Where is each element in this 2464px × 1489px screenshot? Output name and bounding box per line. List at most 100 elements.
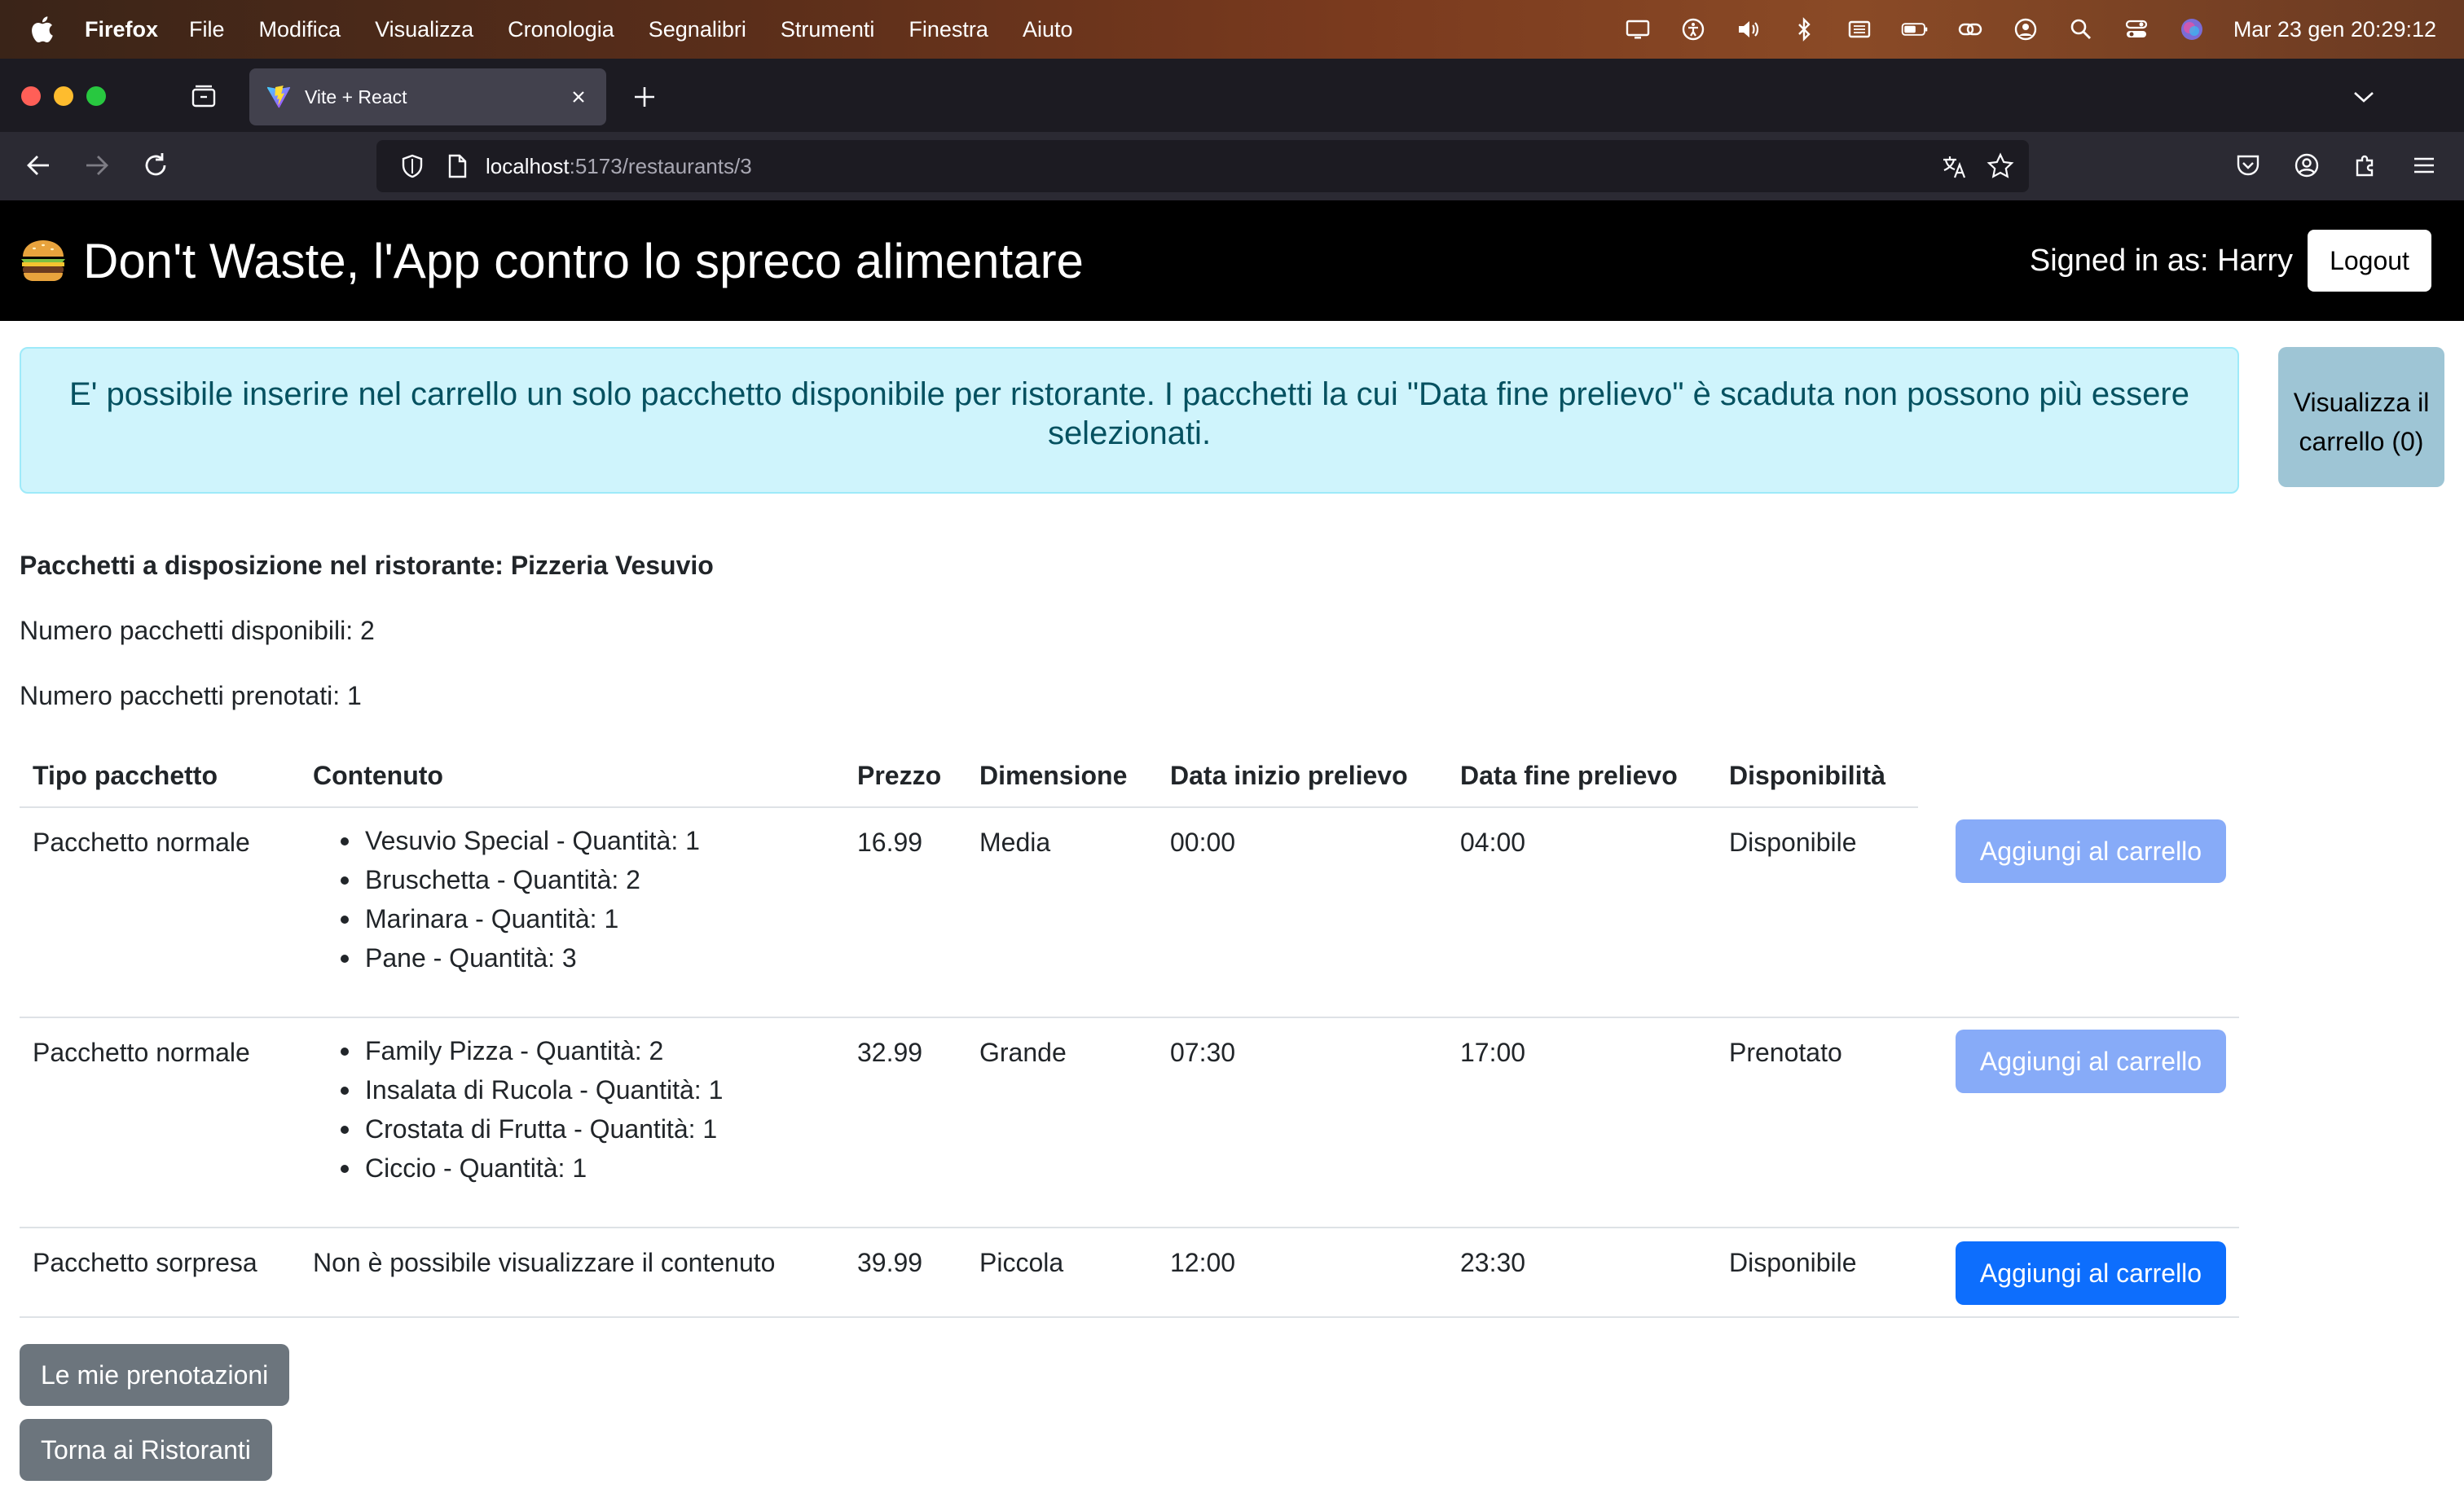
display-icon[interactable]: [1624, 15, 1652, 43]
row1-end: 04:00: [1460, 828, 1526, 857]
translate-icon[interactable]: [1941, 153, 1969, 181]
list-item: Bruschetta - Quantità: 2: [313, 860, 700, 899]
menu-aiuto[interactable]: Aiuto: [1023, 17, 1073, 42]
row3-end: 23:30: [1460, 1248, 1526, 1277]
browser-tab[interactable]: Vite + React: [249, 68, 606, 125]
header-prezzo: Prezzo: [857, 761, 942, 790]
my-bookings-button[interactable]: Le mie prenotazioni: [20, 1344, 290, 1406]
booked-count: Numero pacchetti prenotati: 1: [20, 681, 362, 710]
signed-in-label: Signed in as: Harry: [2029, 243, 2293, 278]
vite-favicon-icon: [266, 86, 291, 108]
list-item: Family Pizza - Quantità: 2: [313, 1031, 723, 1070]
list-item: Vesuvio Special - Quantità: 1: [313, 821, 700, 860]
available-count: Numero pacchetti disponibili: 2: [20, 616, 375, 645]
row3-price: 39.99: [857, 1248, 923, 1277]
volume-icon[interactable]: [1735, 15, 1762, 43]
header-contenuto: Contenuto: [313, 761, 443, 790]
menu-segnalibri[interactable]: Segnalibri: [649, 17, 746, 42]
row3-contents: Non è possibile visualizzare il contenut…: [313, 1248, 776, 1277]
pocket-icon[interactable]: [2234, 152, 2262, 179]
macos-menubar: Firefox File Modifica Visualizza Cronolo…: [0, 0, 2464, 59]
row2-availability: Prenotato: [1729, 1038, 1842, 1067]
row1-size: Media: [979, 828, 1051, 857]
back-to-restaurants-button[interactable]: Torna ai Ristoranti: [20, 1419, 272, 1481]
header-fine: Data fine prelievo: [1460, 761, 1678, 790]
header-divider: [20, 806, 1918, 808]
list-item: Insalata di Rucola - Quantità: 1: [313, 1070, 723, 1109]
view-cart-button[interactable]: Visualizza il carrello (0): [2278, 347, 2444, 487]
new-tab-plus-icon[interactable]: [631, 83, 658, 111]
row3-start: 12:00: [1170, 1248, 1236, 1277]
control-center-icon[interactable]: [2123, 15, 2150, 43]
row1-start: 00:00: [1170, 828, 1236, 857]
list-all-tabs-chevron-icon[interactable]: [2350, 85, 2378, 109]
menu-visualizza[interactable]: Visualizza: [375, 17, 473, 42]
row2-end: 17:00: [1460, 1038, 1526, 1067]
row1-type: Pacchetto normale: [33, 828, 250, 857]
menu-app-name[interactable]: Firefox: [85, 17, 158, 42]
apple-icon[interactable]: [29, 15, 54, 43]
row3-add-to-cart-button[interactable]: Aggiungi al carrello: [1956, 1241, 2226, 1305]
accessibility-icon[interactable]: [1679, 15, 1707, 43]
battery-icon[interactable]: [1901, 15, 1929, 43]
app-header: Don't Waste, l'App contro lo spreco alim…: [0, 200, 2464, 321]
list-item: Crostata di Frutta - Quantità: 1: [313, 1109, 723, 1149]
forward-arrow-icon[interactable]: [81, 150, 112, 181]
url-text[interactable]: localhost:5173/restaurants/3: [486, 154, 752, 179]
header-dimensione: Dimensione: [979, 761, 1128, 790]
url-host: localhost: [486, 153, 570, 178]
restaurant-heading: Pacchetti a disposizione nel ristorante:…: [20, 551, 714, 580]
row2-start: 07:30: [1170, 1038, 1236, 1067]
row2-price: 32.99: [857, 1038, 923, 1067]
window-zoom-button[interactable]: [86, 86, 106, 106]
tab-close-icon[interactable]: [567, 86, 590, 108]
list-item: Ciccio - Quantità: 1: [313, 1149, 723, 1188]
menu-modifica[interactable]: Modifica: [259, 17, 341, 42]
row1-contents: Vesuvio Special - Quantità: 1 Bruschetta…: [313, 821, 700, 977]
row2-add-to-cart-button[interactable]: Aggiungi al carrello: [1956, 1030, 2226, 1093]
menu-strumenti[interactable]: Strumenti: [781, 17, 875, 42]
logout-button[interactable]: Logout: [2308, 230, 2431, 292]
menu-cronologia[interactable]: Cronologia: [508, 17, 614, 42]
row3-type: Pacchetto sorpresa: [33, 1248, 257, 1277]
keyboard-input-icon[interactable]: [1846, 15, 1873, 43]
row1-availability: Disponibile: [1729, 828, 1857, 857]
reload-icon[interactable]: [140, 150, 171, 181]
tracking-protection-shield-icon[interactable]: [399, 153, 425, 179]
row2-size: Grande: [979, 1038, 1067, 1067]
menu-file[interactable]: File: [189, 17, 225, 42]
app-title: Don't Waste, l'App contro lo spreco alim…: [83, 233, 1084, 288]
window-close-button[interactable]: [21, 86, 41, 106]
list-item: Marinara - Quantità: 1: [313, 899, 700, 938]
menubar-clock[interactable]: Mar 23 gen 20:29:12: [2233, 17, 2436, 42]
url-path: :5173/restaurants/3: [569, 153, 752, 178]
url-bar[interactable]: localhost:5173/restaurants/3: [376, 140, 2029, 192]
firefox-view-icon[interactable]: [189, 82, 218, 112]
tab-title: Vite + React: [305, 86, 407, 108]
siri-icon[interactable]: [2178, 15, 2206, 43]
row2-type: Pacchetto normale: [33, 1038, 250, 1067]
link-icon[interactable]: [1956, 15, 1984, 43]
window-minimize-button[interactable]: [54, 86, 73, 106]
menu-finestra[interactable]: Finestra: [909, 17, 988, 42]
account-icon[interactable]: [2293, 152, 2321, 179]
hamburger-menu-icon[interactable]: [2410, 152, 2438, 179]
header-tipo: Tipo pacchetto: [33, 761, 218, 790]
row1-price: 16.99: [857, 828, 923, 857]
back-arrow-icon[interactable]: [23, 150, 54, 181]
row3-availability: Disponibile: [1729, 1248, 1857, 1277]
bookmark-star-icon[interactable]: [1987, 152, 2014, 180]
hamburger-emoji-icon: [21, 240, 65, 281]
app-brand[interactable]: Don't Waste, l'App contro lo spreco alim…: [18, 233, 1084, 289]
extensions-puzzle-icon[interactable]: [2352, 152, 2379, 179]
row3-size: Piccola: [979, 1248, 1064, 1277]
page-info-icon[interactable]: [445, 153, 469, 179]
spotlight-search-icon[interactable]: [2067, 15, 2095, 43]
bluetooth-icon[interactable]: [1790, 15, 1818, 43]
row2-contents: Family Pizza - Quantità: 2 Insalata di R…: [313, 1031, 723, 1188]
row-divider: [20, 1017, 2239, 1018]
header-inizio: Data inizio prelievo: [1170, 761, 1408, 790]
user-account-icon[interactable]: [2012, 15, 2039, 43]
info-alert: E' possibile inserire nel carrello un so…: [20, 347, 2239, 494]
row1-add-to-cart-button[interactable]: Aggiungi al carrello: [1956, 819, 2226, 883]
